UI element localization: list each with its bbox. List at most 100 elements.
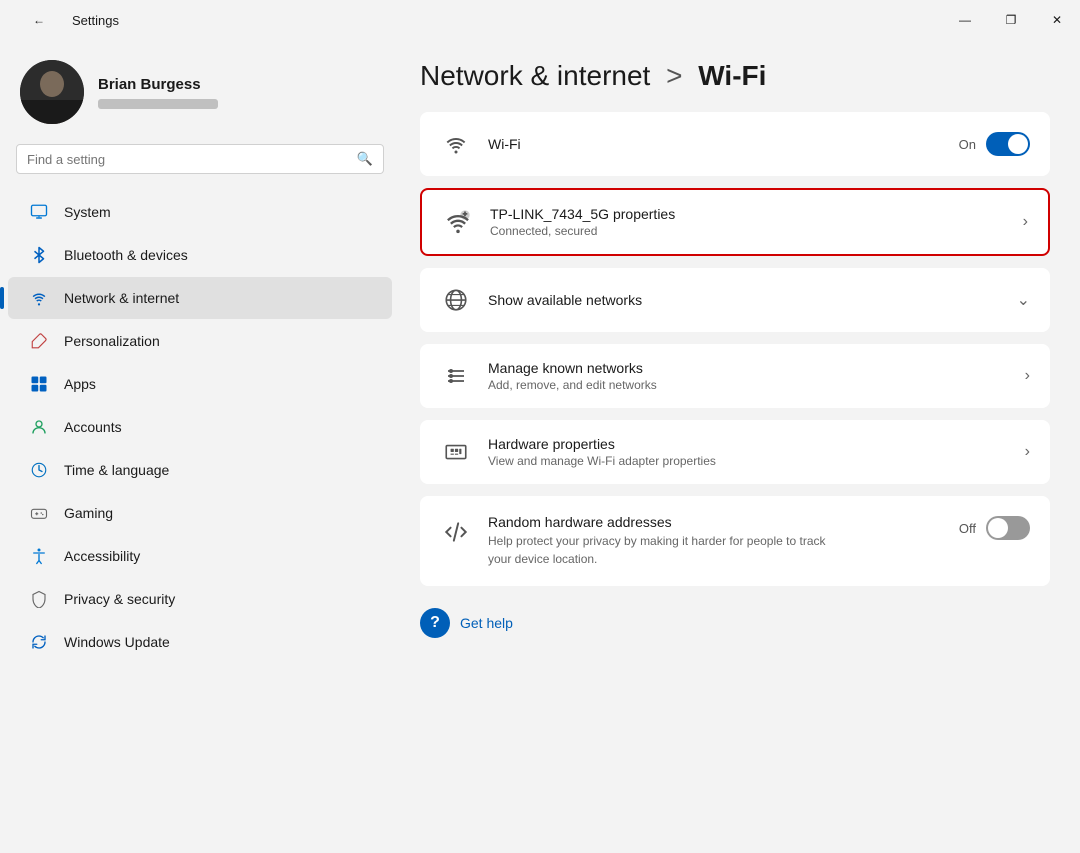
titlebar-left: ← Settings [16,4,119,36]
manage-networks-subtitle: Add, remove, and edit networks [488,378,1009,392]
wifi-toggle-right: On [959,132,1030,156]
hardware-props-icon [440,436,472,468]
available-networks-chevron-right: ⌄ [1017,290,1030,310]
sidebar-item-label-accessibility: Accessibility [64,548,140,564]
sidebar-item-update[interactable]: Windows Update [8,621,392,663]
help-icon-symbol: ? [430,614,440,632]
help-icon: ? [420,608,450,638]
accessibility-icon [28,545,50,567]
maximize-button[interactable]: ❐ [988,4,1034,36]
manage-networks-title: Manage known networks [488,360,1009,376]
page-header: Network & internet > Wi-Fi [420,60,1050,92]
sidebar-item-apps[interactable]: Apps [8,363,392,405]
titlebar-controls: — ❐ ✕ [942,4,1080,36]
hardware-props-row[interactable]: Hardware properties View and manage Wi-F… [420,420,1050,484]
hardware-props-card[interactable]: Hardware properties View and manage Wi-F… [420,420,1050,484]
wifi-toggle-card: Wi-Fi On [420,112,1050,176]
wifi-label-text: Wi-Fi [488,136,943,152]
wifi-toggle[interactable] [986,132,1030,156]
manage-networks-text: Manage known networks Add, remove, and e… [488,360,1009,392]
wifi-on-label: On [959,137,976,152]
hardware-props-title: Hardware properties [488,436,1009,452]
user-profile: Brian Burgess [0,50,400,144]
manage-networks-chevron-right: › [1025,367,1030,385]
search-box[interactable]: 🔍 [16,144,384,174]
tp-link-chevron-right: › [1023,213,1028,231]
sidebar-item-privacy[interactable]: Privacy & security [8,578,392,620]
hardware-props-text: Hardware properties View and manage Wi-F… [488,436,1009,468]
random-hw-subtitle: Help protect your privacy by making it h… [488,532,828,568]
random-hw-card: Random hardware addresses Help protect y… [420,496,1050,586]
sidebar-item-label-apps: Apps [64,376,96,392]
content-area: Network & internet > Wi-Fi Wi-Fi [400,40,1080,853]
random-hw-toggle[interactable] [986,516,1030,540]
avatar [20,60,84,124]
titlebar: ← Settings — ❐ ✕ [0,0,1080,40]
get-help-link[interactable]: Get help [460,615,513,631]
available-networks-title: Show available networks [488,292,1001,308]
available-networks-row[interactable]: Show available networks ⌄ [420,268,1050,332]
tp-link-subtitle: Connected, secured [490,224,1007,238]
random-hw-text: Random hardware addresses Help protect y… [488,514,943,568]
main-container: Brian Burgess 🔍 System Bluetooth & device… [0,40,1080,853]
hardware-props-subtitle: View and manage Wi-Fi adapter properties [488,454,1009,468]
sidebar-item-accounts[interactable]: Accounts [8,406,392,448]
wifi-icon [440,128,472,160]
random-hw-title: Random hardware addresses [488,514,943,530]
search-input[interactable] [27,152,349,167]
tp-link-row[interactable]: TP-LINK_7434_5G properties Connected, se… [422,190,1048,254]
search-icon: 🔍 [357,151,373,167]
page-title: Wi-Fi [698,60,766,91]
sidebar-item-bluetooth[interactable]: Bluetooth & devices [8,234,392,276]
sidebar-item-label-system: System [64,204,111,220]
update-icon [28,631,50,653]
tp-link-title: TP-LINK_7434_5G properties [490,206,1007,222]
tp-link-card[interactable]: TP-LINK_7434_5G properties Connected, se… [420,188,1050,256]
close-button[interactable]: ✕ [1034,4,1080,36]
sidebar-item-label-gaming: Gaming [64,505,113,521]
tp-link-text: TP-LINK_7434_5G properties Connected, se… [490,206,1007,238]
accounts-icon [28,416,50,438]
breadcrumb-parent: Network & internet [420,60,650,91]
hardware-props-chevron-right: › [1025,443,1030,461]
available-networks-text: Show available networks [488,292,1001,308]
sidebar-item-label-personalization: Personalization [64,333,160,349]
privacy-icon [28,588,50,610]
hardware-props-chevron-icon: › [1025,443,1030,461]
sidebar-item-gaming[interactable]: Gaming [8,492,392,534]
wifi-toggle-row: Wi-Fi On [420,112,1050,176]
user-info: Brian Burgess [98,76,218,109]
wifi-title: Wi-Fi [488,136,943,152]
sidebar-item-label-time: Time & language [64,462,169,478]
personalization-icon [28,330,50,352]
sidebar-item-network[interactable]: Network & internet [8,277,392,319]
system-icon [28,201,50,223]
manage-networks-row[interactable]: Manage known networks Add, remove, and e… [420,344,1050,408]
available-networks-icon [440,284,472,316]
minimize-button[interactable]: — [942,4,988,36]
back-button[interactable]: ← [16,4,62,36]
wifi-toggle-thumb [1008,134,1028,154]
time-icon [28,459,50,481]
sidebar-item-label-accounts: Accounts [64,419,122,435]
tp-link-wifi-icon [442,206,474,238]
tp-link-chevron-icon: › [1023,213,1028,231]
available-networks-chevron-icon: ⌄ [1017,290,1030,310]
sidebar-item-accessibility[interactable]: Accessibility [8,535,392,577]
sidebar-item-time[interactable]: Time & language [8,449,392,491]
available-networks-card[interactable]: Show available networks ⌄ [420,268,1050,332]
manage-networks-card[interactable]: Manage known networks Add, remove, and e… [420,344,1050,408]
bluetooth-icon [28,244,50,266]
sidebar-item-system[interactable]: System [8,191,392,233]
sidebar: Brian Burgess 🔍 System Bluetooth & device… [0,40,400,853]
sidebar-item-label-bluetooth: Bluetooth & devices [64,247,188,263]
gaming-icon [28,502,50,524]
random-hw-toggle-right: Off [959,516,1030,540]
sidebar-item-personalization[interactable]: Personalization [8,320,392,362]
apps-icon [28,373,50,395]
nav-list: System Bluetooth & devices Network & inter… [0,190,400,664]
random-hw-row: Random hardware addresses Help protect y… [420,496,1050,586]
random-hw-off-label: Off [959,521,976,536]
titlebar-title: Settings [72,13,119,28]
random-hw-toggle-thumb [988,518,1008,538]
